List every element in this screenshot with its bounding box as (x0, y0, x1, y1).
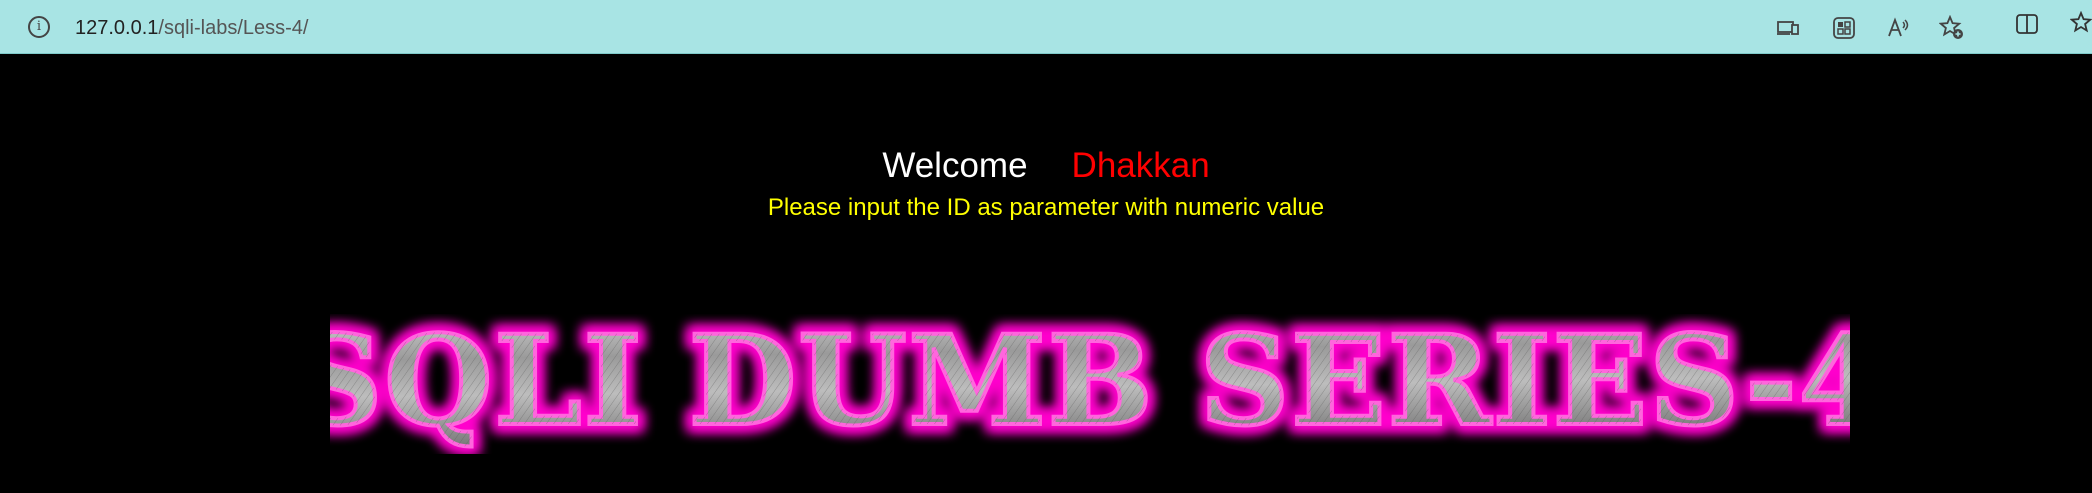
device-icon[interactable] (1775, 15, 1801, 41)
url-path: /sqli-labs/Less-4/ (158, 17, 309, 39)
favorites-icon[interactable] (2070, 11, 2092, 37)
welcome-text: Welcome (882, 146, 1028, 185)
instruction-text: Please input the ID as parameter with nu… (767, 194, 1325, 221)
series-banner: SQLI DUMB SERIES-4 SQLI DUMB SERIES-4 SQ… (330, 314, 1850, 454)
read-aloud-icon[interactable] (1886, 15, 1912, 41)
favorite-add-icon[interactable] (1939, 15, 1965, 41)
url-host: 127.0.0.1 (75, 17, 159, 39)
apps-icon[interactable] (1831, 15, 1857, 41)
browser-toolbar: i 127.0.0.1/sqli-labs/Less-4/ (0, 0, 2092, 54)
address-bar[interactable]: i 127.0.0.1/sqli-labs/Less-4/ (0, 4, 1984, 46)
split-screen-icon[interactable] (2014, 11, 2040, 37)
url-text[interactable]: 127.0.0.1/sqli-labs/Less-4/ (75, 16, 308, 40)
name-text: Dhakkan (1071, 146, 1210, 185)
banner-texture: SQLI DUMB SERIES-4 (330, 314, 1850, 454)
welcome-line: Welcome Dhakkan (0, 146, 2092, 186)
page-content: Welcome Dhakkan Please input the ID as pa… (0, 54, 2092, 493)
info-icon[interactable]: i (28, 16, 50, 38)
